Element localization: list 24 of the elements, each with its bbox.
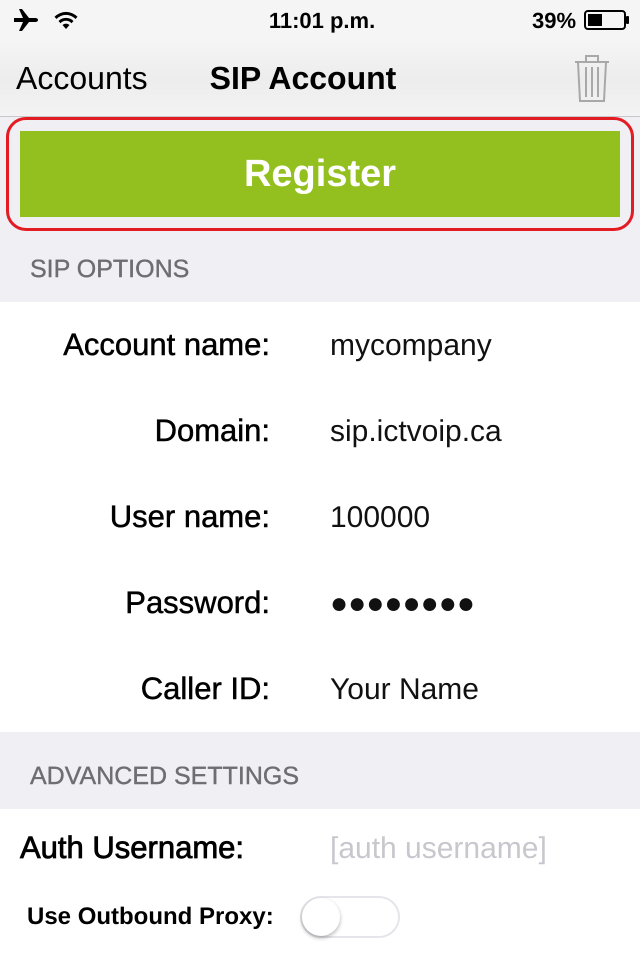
- field-label: Auth Username:: [19, 828, 245, 867]
- section-header: SIP OPTIONS: [0, 231, 640, 302]
- text-field[interactable]: sip.ictvoip.ca: [330, 408, 620, 454]
- battery-percent: 39%: [532, 6, 576, 34]
- back-link[interactable]: Accounts: [16, 54, 148, 102]
- airplane-icon: [14, 9, 38, 31]
- trash-icon[interactable]: [574, 53, 610, 103]
- text-field[interactable]: ●●●●●●●●: [330, 580, 620, 626]
- text-field[interactable]: [auth username]: [330, 826, 620, 870]
- toggle-switch[interactable]: [300, 896, 400, 938]
- battery-icon: [584, 10, 630, 30]
- toggle-label: Use Outbound Proxy:: [27, 902, 275, 932]
- field-label: Caller ID:: [140, 670, 270, 708]
- text-field[interactable]: 100000: [330, 494, 620, 540]
- field-label: Password:: [124, 584, 270, 622]
- text-field[interactable]: Your Name: [330, 666, 620, 712]
- text-field[interactable]: mycompany: [330, 322, 620, 368]
- section-header: ADVANCED SETTINGS: [0, 732, 640, 809]
- field-label: User name:: [108, 498, 270, 536]
- wifi-icon: [54, 11, 78, 29]
- field-label: Domain:: [154, 412, 270, 450]
- status-time: 11:01 p.m.: [268, 6, 376, 35]
- screen-title: SIP Account: [210, 59, 396, 98]
- field-label: Account name:: [62, 326, 270, 364]
